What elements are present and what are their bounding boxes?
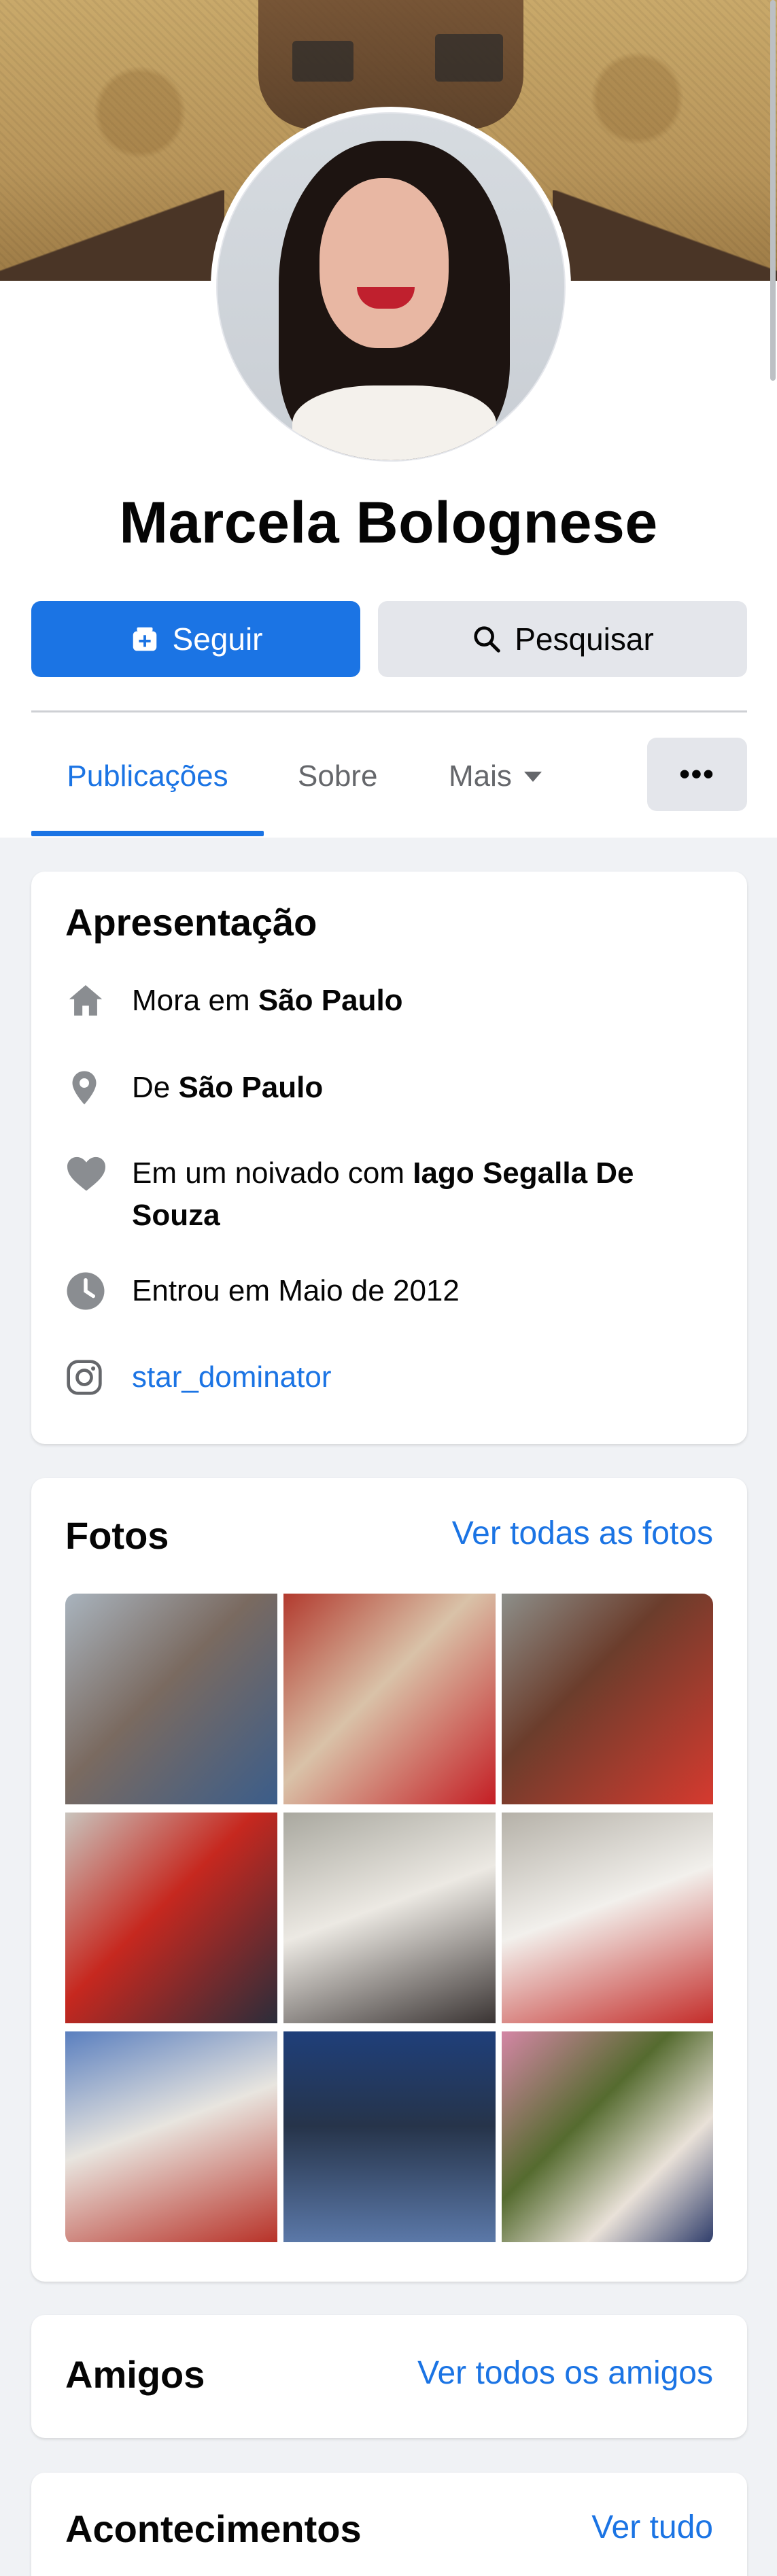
intro-lives-in: Mora em São Paulo	[65, 980, 403, 1022]
heart-icon	[65, 1152, 109, 1195]
intro-from-city[interactable]: São Paulo	[178, 1071, 323, 1104]
cover-detail	[292, 41, 353, 82]
events-title: Acontecimentos	[65, 2507, 362, 2550]
intro-relationship: Em um noivado com Iago Segalla De Souza	[65, 1152, 704, 1237]
search-button[interactable]: Pesquisar	[378, 601, 747, 677]
profile-name: Marcela Bolognese	[119, 490, 658, 555]
intro-lives-city[interactable]: São Paulo	[258, 984, 403, 1017]
cover-detail	[0, 190, 224, 281]
photo-thumbnail[interactable]	[65, 1813, 277, 2023]
search-label: Pesquisar	[515, 621, 654, 657]
profile-picture[interactable]	[211, 107, 571, 467]
divider	[31, 710, 747, 712]
tab-label: Publicações	[67, 759, 228, 793]
intro-title: Apresentação	[65, 901, 317, 944]
photos-title: Fotos	[65, 1514, 169, 1557]
intro-joined: Entrou em Maio de 2012	[65, 1270, 460, 1312]
more-options-button[interactable]: •••	[647, 738, 747, 811]
instagram-link[interactable]: star_dominator	[132, 1356, 331, 1398]
active-tab-indicator	[31, 831, 264, 836]
cover-detail	[553, 190, 777, 281]
avatar	[216, 112, 566, 462]
photo-thumbnail[interactable]	[283, 1594, 496, 1804]
follow-icon	[129, 623, 160, 655]
instagram-icon	[65, 1356, 109, 1398]
see-all-events-link[interactable]: Ver tudo	[591, 2509, 713, 2546]
clock-icon	[65, 1270, 109, 1312]
see-all-friends-link[interactable]: Ver todos os amigos	[417, 2354, 713, 2392]
photo-thumbnail[interactable]	[502, 2031, 713, 2242]
search-icon	[471, 623, 502, 655]
home-icon	[65, 980, 109, 1022]
follow-label: Seguir	[172, 621, 263, 657]
photo-thumbnail[interactable]	[502, 1813, 713, 2023]
photo-grid	[65, 1594, 713, 2245]
tab-label: Sobre	[298, 759, 378, 793]
location-pin-icon	[65, 1067, 109, 1109]
friends-title: Amigos	[65, 2353, 205, 2396]
tab-label: Mais	[449, 759, 512, 793]
caret-down-icon	[523, 771, 542, 782]
tab-mais[interactable]: Mais	[449, 734, 542, 819]
scrollbar[interactable]	[770, 0, 776, 381]
photo-thumbnail[interactable]	[65, 1594, 277, 1804]
photo-thumbnail[interactable]	[65, 2031, 277, 2242]
see-all-photos-link[interactable]: Ver todas as fotos	[452, 1515, 713, 1552]
photo-thumbnail[interactable]	[283, 2031, 496, 2242]
follow-button[interactable]: Seguir	[31, 601, 360, 677]
friends-card: Amigos Ver todos os amigos	[31, 2315, 747, 2438]
intro-instagram[interactable]: star_dominator	[65, 1356, 331, 1398]
tab-publicacoes[interactable]: Publicações	[31, 734, 264, 819]
events-card: Acontecimentos Ver tudo	[31, 2473, 747, 2576]
photo-thumbnail[interactable]	[502, 1594, 713, 1804]
photo-thumbnail[interactable]	[283, 1813, 496, 2023]
tab-sobre[interactable]: Sobre	[298, 734, 377, 819]
cover-detail	[435, 34, 503, 82]
intro-from: De São Paulo	[65, 1067, 323, 1109]
photos-card: Fotos Ver todas as fotos	[31, 1478, 747, 2282]
intro-card: Apresentação Mora em São Paulo De São Pa…	[31, 872, 747, 1444]
